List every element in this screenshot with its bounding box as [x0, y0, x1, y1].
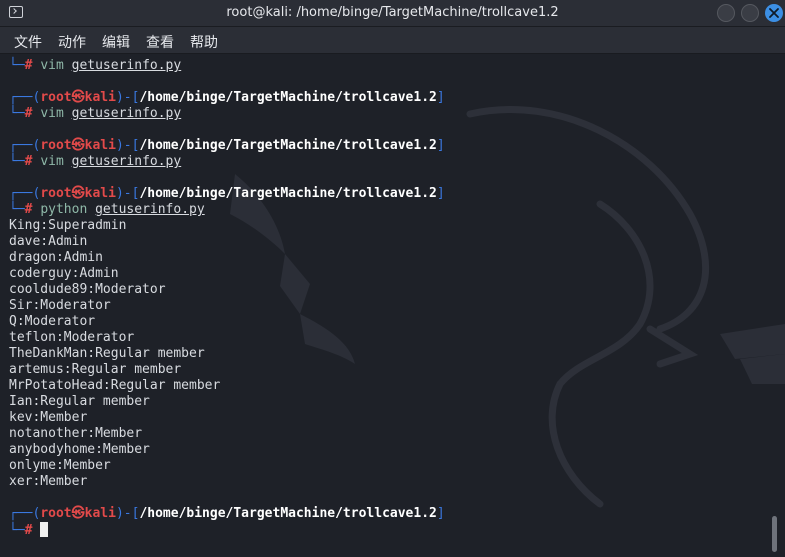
output-line: TheDankMan:Regular member — [9, 346, 205, 361]
prompt-line: ┌──(root㉿kali)-[/home/binge/TargetMachin… — [9, 90, 445, 105]
menu-file[interactable]: 文件 — [14, 32, 42, 52]
output-line: anybodyhome:Member — [9, 442, 150, 457]
output-line: coderguy:Admin — [9, 266, 119, 281]
output-line: cooldude89:Moderator — [9, 282, 166, 297]
terminal-line: └─# vim getuserinfo.py — [9, 58, 182, 73]
menu-help[interactable]: 帮助 — [190, 32, 218, 52]
prompt-line: ┌──(root㉿kali)-[/home/binge/TargetMachin… — [9, 138, 445, 153]
window-title: root@kali: /home/binge/TargetMachine/tro… — [226, 5, 559, 20]
maximize-button[interactable] — [741, 4, 759, 22]
command-line: └─# vim getuserinfo.py — [9, 106, 182, 121]
output-line: Ian:Regular member — [9, 394, 150, 409]
output-line: Sir:Moderator — [9, 298, 111, 313]
prompt-line: ┌──(root㉿kali)-[/home/binge/TargetMachin… — [9, 186, 445, 201]
title-bar[interactable]: root@kali: /home/binge/TargetMachine/tro… — [0, 0, 785, 27]
output-line: artemus:Regular member — [9, 362, 182, 377]
close-button[interactable] — [765, 4, 783, 22]
command-line: └─# python getuserinfo.py — [9, 202, 205, 217]
output-line: xer:Member — [9, 474, 88, 489]
output-line: notanother:Member — [9, 426, 143, 441]
terminal-window: root@kali: /home/binge/TargetMachine/tro… — [0, 0, 785, 557]
output-line: Q:Moderator — [9, 314, 96, 329]
output-line: dave:Admin — [9, 234, 88, 249]
minimize-button[interactable] — [717, 4, 735, 22]
command-input-line[interactable]: └─# — [9, 522, 49, 538]
output-line: kev:Member — [9, 410, 88, 425]
close-icon — [769, 8, 779, 18]
kali-dragon-watermark — [230, 106, 785, 508]
output-line: King:Superadmin — [9, 218, 127, 233]
command-line: └─# vim getuserinfo.py — [9, 154, 182, 169]
menu-view[interactable]: 查看 — [146, 32, 174, 52]
prompt-line: ┌──(root㉿kali)-[/home/binge/TargetMachin… — [9, 506, 445, 521]
output-line: MrPotatoHead:Regular member — [9, 378, 221, 393]
menu-edit[interactable]: 编辑 — [102, 32, 130, 52]
scrollbar-thumb[interactable] — [772, 516, 777, 552]
terminal-output-area[interactable]: └─# vim getuserinfo.py ┌──(root㉿kali)-[/… — [0, 54, 785, 557]
output-line: dragon:Admin — [9, 250, 103, 265]
menu-bar: 文件 动作 编辑 查看 帮助 — [0, 27, 785, 54]
menu-actions[interactable]: 动作 — [58, 32, 86, 52]
text-cursor — [40, 522, 49, 537]
output-line: onlyme:Member — [9, 458, 111, 473]
output-line: teflon:Moderator — [9, 330, 135, 345]
